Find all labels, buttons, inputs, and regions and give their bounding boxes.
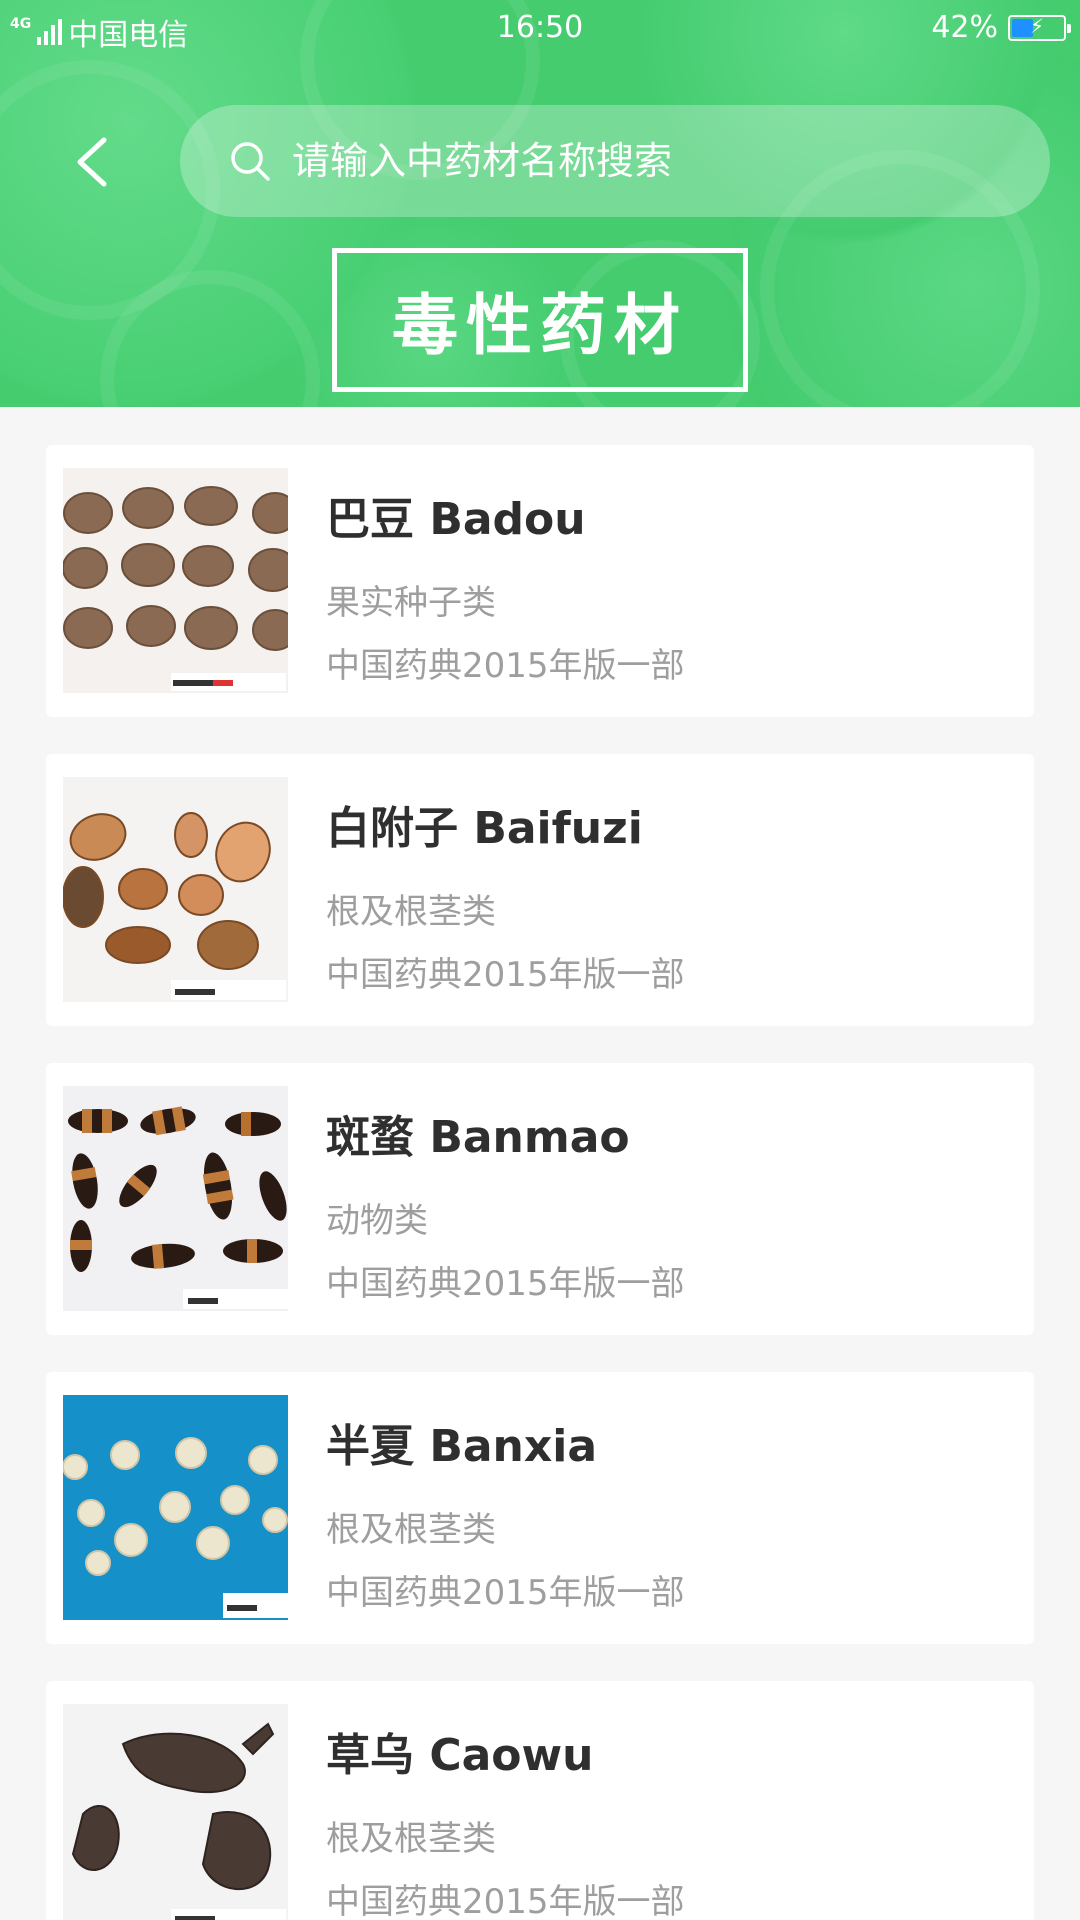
page-title: 毒性药材 bbox=[392, 287, 688, 364]
header-banner: 4G 中国电信 16:50 42% ⚡ 毒性药材 bbox=[0, 0, 1080, 407]
item-source: 中国药典2015年版一部 bbox=[326, 1264, 685, 1304]
item-source: 中国药典2015年版一部 bbox=[326, 1573, 685, 1613]
item-name: 半夏 Banxia bbox=[326, 1421, 598, 1472]
clock: 16:50 bbox=[496, 10, 584, 45]
item-category: 根及根茎类 bbox=[326, 1819, 496, 1859]
item-category: 根及根茎类 bbox=[326, 892, 496, 932]
item-name: 巴豆 Badou bbox=[326, 494, 586, 545]
item-name: 草乌 Caowu bbox=[326, 1730, 594, 1781]
list-item[interactable]: 半夏 Banxia 根及根茎类 中国药典2015年版一部 bbox=[46, 1372, 1034, 1644]
list-item[interactable]: 巴豆 Badou 果实种子类 中国药典2015年版一部 bbox=[46, 445, 1034, 717]
herb-image-baifuzi bbox=[63, 777, 288, 1002]
item-category: 果实种子类 bbox=[326, 583, 496, 623]
list-item[interactable]: 草乌 Caowu 根及根茎类 中国药典2015年版一部 bbox=[46, 1681, 1034, 1920]
item-source: 中国药典2015年版一部 bbox=[326, 646, 685, 686]
herb-image-badou bbox=[63, 468, 288, 693]
search-bar[interactable] bbox=[180, 105, 1050, 217]
battery-percent: 42% bbox=[931, 10, 998, 45]
status-bar-right: 42% ⚡ bbox=[931, 10, 1071, 45]
item-category: 动物类 bbox=[326, 1201, 428, 1241]
item-name: 白附子 Baifuzi bbox=[326, 803, 643, 854]
list-item[interactable]: 白附子 Baifuzi 根及根茎类 中国药典2015年版一部 bbox=[46, 754, 1034, 1026]
herb-list: 巴豆 Badou 果实种子类 中国药典2015年版一部 白附子 Baifuzi … bbox=[46, 445, 1034, 1920]
search-icon bbox=[231, 142, 270, 181]
search-input[interactable] bbox=[292, 139, 992, 183]
list-item[interactable]: 斑蝥 Banmao 动物类 中国药典2015年版一部 bbox=[46, 1063, 1034, 1335]
battery-icon: ⚡ bbox=[1008, 14, 1071, 41]
item-category: 根及根茎类 bbox=[326, 1510, 496, 1550]
category-title-box: 毒性药材 bbox=[332, 248, 748, 392]
herb-image-caowu bbox=[63, 1704, 288, 1920]
chevron-left-icon bbox=[77, 137, 107, 187]
herb-image-banmao bbox=[63, 1086, 288, 1311]
herb-image-banxia bbox=[63, 1395, 288, 1620]
back-button[interactable] bbox=[70, 134, 114, 190]
item-source: 中国药典2015年版一部 bbox=[326, 1882, 685, 1920]
item-source: 中国药典2015年版一部 bbox=[326, 955, 685, 995]
item-name: 斑蝥 Banmao bbox=[326, 1112, 630, 1163]
status-bar: 4G 中国电信 16:50 42% ⚡ bbox=[0, 0, 1080, 56]
